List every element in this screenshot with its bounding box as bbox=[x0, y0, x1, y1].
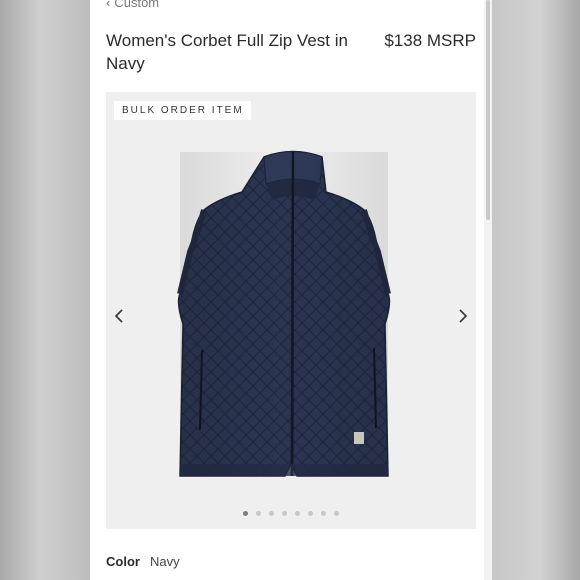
product-gallery[interactable]: BULK ORDER ITEM bbox=[106, 92, 476, 529]
chevron-right-icon bbox=[459, 309, 468, 323]
pagination-dot[interactable] bbox=[282, 511, 287, 516]
breadcrumb[interactable]: ‹ Custom bbox=[106, 0, 159, 10]
breadcrumb-label[interactable]: Custom bbox=[114, 0, 159, 10]
pagination-dot[interactable] bbox=[243, 511, 248, 516]
color-label: Color bbox=[106, 554, 140, 569]
color-value: Navy bbox=[149, 554, 180, 569]
scrollbar-thumb[interactable] bbox=[486, 0, 490, 220]
next-image-button[interactable] bbox=[456, 305, 470, 327]
background-right bbox=[492, 0, 580, 580]
product-price: $138 MSRP bbox=[384, 31, 476, 50]
chevron-left-icon bbox=[114, 309, 123, 323]
product-image[interactable] bbox=[106, 92, 476, 529]
product-title: Women's Corbet Full Zip Vest in Navy bbox=[106, 31, 348, 73]
chevron-left-icon: ‹ bbox=[106, 0, 111, 10]
background-left bbox=[0, 0, 90, 580]
pagination-dot[interactable] bbox=[308, 511, 313, 516]
pagination-dot[interactable] bbox=[334, 511, 339, 516]
pagination-dot[interactable] bbox=[269, 511, 274, 516]
color-selector[interactable]: Color Navy bbox=[106, 554, 180, 569]
pagination-dot[interactable] bbox=[295, 511, 300, 516]
pagination-dot[interactable] bbox=[256, 511, 261, 516]
pagination-dot[interactable] bbox=[321, 511, 326, 516]
previous-image-button[interactable] bbox=[112, 305, 126, 327]
gallery-pagination bbox=[106, 511, 476, 516]
